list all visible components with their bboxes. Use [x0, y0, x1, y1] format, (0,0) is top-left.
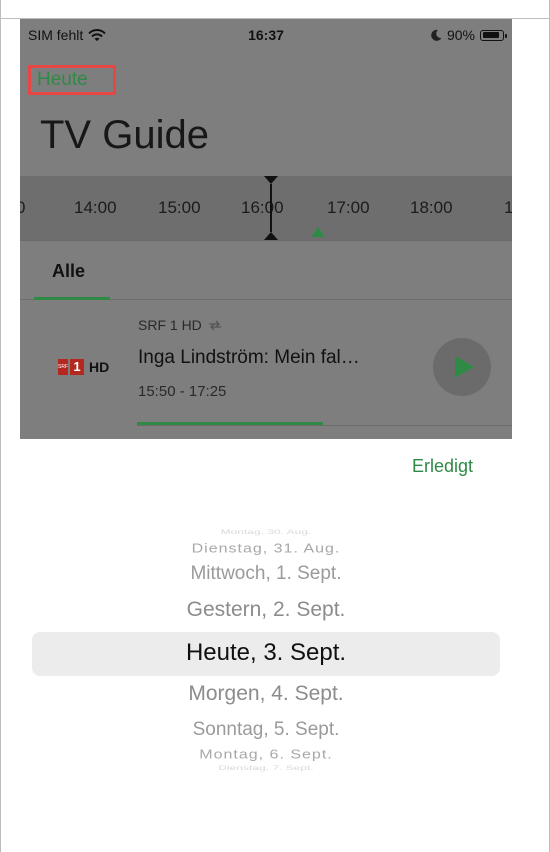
logo-channel-number: 1 [70, 359, 84, 375]
frame-left-border [0, 0, 1, 852]
scrubber-bottom-arrow [264, 232, 278, 240]
program-time: 15:50 - 17:25 [138, 383, 227, 400]
play-icon [455, 356, 474, 378]
tab-alle[interactable]: Alle [34, 241, 110, 300]
timeline-tick: 15:00 [158, 198, 201, 217]
timeline-tick: 1 [504, 198, 512, 217]
timeline-tick: 18:00 [410, 198, 453, 217]
scrubber-line [270, 184, 272, 232]
program-row[interactable]: SRF 1 HD SRF 1 HD Inga Lindström: Mein f… [20, 300, 512, 426]
play-button[interactable] [433, 338, 491, 396]
channel-logo: SRF 1 HD [58, 359, 109, 375]
picker-item-selected[interactable]: Heute, 3. Sept. [32, 639, 500, 667]
program-title: Inga Lindström: Mein fal… [138, 347, 360, 368]
logo-srf-mark: SRF [58, 359, 68, 375]
tab-alle-label: Alle [52, 261, 86, 281]
status-right-group: 90% [431, 27, 507, 43]
picker-item[interactable]: Gestern, 2. Sept. [32, 598, 500, 622]
page-title: TV Guide [40, 113, 209, 157]
program-channel-row: SRF 1 HD [138, 317, 222, 333]
picker-item[interactable]: Montag, 6. Sept. [32, 748, 500, 763]
filter-tab-bar: Alle [20, 241, 512, 300]
picker-item[interactable]: Dienstag, 7. Sept. [32, 764, 500, 772]
time-scrubber-handle[interactable] [264, 176, 278, 240]
app-screen-dimmed: SIM fehlt 16:37 90% Heute TV Guide 0 14:… [20, 19, 512, 439]
moon-icon [431, 29, 442, 41]
timeline-tick: 14:00 [74, 198, 117, 217]
done-button[interactable]: Erledigt [412, 456, 473, 477]
timeline-bar[interactable]: 0 14:00 15:00 16:00 17:00 18:00 1 [20, 176, 512, 241]
picker-item[interactable]: Dienstag, 31. Aug. [32, 542, 500, 557]
battery-level-fill [482, 32, 499, 38]
picker-item[interactable]: Sonntag, 5. Sept. [32, 719, 500, 741]
timeline-tick: 0 [20, 198, 26, 217]
scrubber-top-arrow [264, 176, 278, 184]
picker-item[interactable]: Mittwoch, 1. Sept. [32, 563, 500, 585]
now-marker-icon [311, 227, 325, 237]
date-picker-wheel[interactable]: Montag, 30. Aug. Dienstag, 31. Aug. Mitt… [32, 520, 500, 780]
battery-percent: 90% [446, 27, 475, 43]
picker-item[interactable]: Morgen, 4. Sept. [32, 682, 500, 706]
logo-hd-mark: HD [89, 359, 110, 375]
battery-icon [480, 29, 507, 41]
picker-item[interactable]: Montag, 30. Aug. [32, 528, 500, 536]
timeline-tick: 17:00 [327, 198, 370, 217]
program-divider [137, 425, 512, 426]
today-button[interactable]: Heute [28, 65, 116, 95]
frame-top-border [0, 0, 550, 19]
replay-icon [208, 320, 221, 330]
program-channel-name: SRF 1 HD [138, 317, 202, 333]
status-bar: SIM fehlt 16:37 90% [20, 19, 512, 51]
